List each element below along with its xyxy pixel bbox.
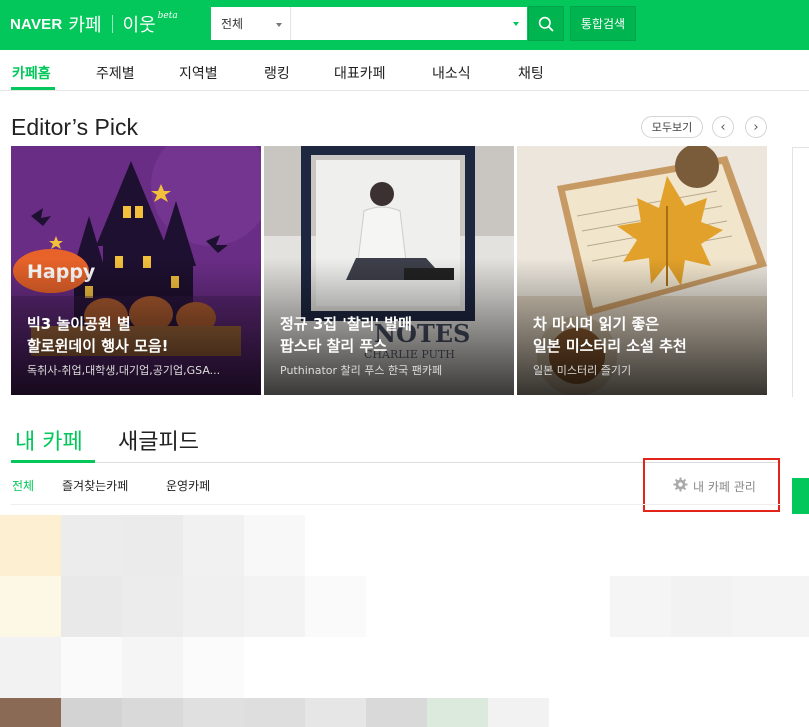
subtab-managed[interactable]: 운영카페 [166, 477, 210, 494]
search-box: 전체 [210, 6, 528, 41]
side-panel-edge [792, 147, 809, 397]
card-title: 차 마시며 읽기 좋은 일본 미스터리 소설 추천 [533, 315, 687, 355]
top-bar: NAVER 카페 이웃 beta 전체 통합검색 [0, 0, 809, 50]
tab-new-feed[interactable]: 새글피드 [118, 424, 199, 456]
search-input[interactable] [291, 7, 527, 40]
view-all-button[interactable]: 모두보기 [641, 116, 703, 138]
unified-search-button[interactable]: 통합검색 [570, 6, 636, 41]
manage-label: 내 카페 관리 [693, 480, 756, 494]
chevron-down-icon [276, 23, 282, 27]
nav-item-featured-cafes[interactable]: 대표카페 [334, 63, 386, 83]
subtab-all[interactable]: 전체 [12, 477, 34, 494]
divider [11, 504, 781, 505]
main-nav: 카페홈 주제별 지역별 랭킹 대표카페 내소식 채팅 [0, 50, 809, 91]
nav-item-ranking[interactable]: 랭킹 [264, 63, 290, 83]
card-cafe-name: 독취사-취업,대학생,대기업,공기업,GSA... [27, 364, 221, 377]
gear-icon [673, 477, 688, 492]
editors-pick-card-3[interactable]: 차 마시며 읽기 좋은 일본 미스터리 소설 추천 일본 미스터리 즐기기 [517, 146, 767, 395]
active-tab-indicator [11, 460, 95, 463]
card-title: 정규 3집 '찰리' 발매 팝스타 찰리 푸스 [280, 315, 412, 355]
subtab-favorites[interactable]: 즐겨찾는카페 [62, 477, 128, 494]
logo-divider [111, 15, 113, 33]
beta-badge: beta [157, 11, 178, 21]
blurred-cafe-list [0, 515, 809, 727]
nav-item-my-news[interactable]: 내소식 [432, 63, 471, 83]
iut-logo-text[interactable]: 이웃 [123, 11, 156, 37]
nav-active-indicator [11, 87, 55, 90]
side-green-tab[interactable] [792, 478, 809, 514]
tab-my-cafe[interactable]: 내 카페 [15, 424, 83, 456]
card-shade [517, 146, 767, 395]
naver-cafe-logo[interactable]: NAVER 카페 이웃 beta [10, 11, 178, 37]
naver-logo-text: NAVER [10, 15, 63, 33]
search-icon [538, 16, 554, 31]
nav-item-regions[interactable]: 지역별 [179, 63, 218, 83]
card-shade [264, 146, 514, 395]
card-cafe-name: Puthinator 찰리 푸스 한국 팬카페 [280, 364, 443, 377]
chevron-left-icon[interactable]: ‹ [712, 116, 734, 138]
chevron-right-icon[interactable]: › [745, 116, 767, 138]
card-shade [11, 146, 261, 395]
nav-item-cafe-home[interactable]: 카페홈 [12, 63, 51, 83]
card-title: 빅3 놀이공원 별 할로윈데이 행사 모음! [27, 315, 169, 355]
nav-item-topics[interactable]: 주제별 [96, 63, 135, 83]
search-category-label: 전체 [221, 17, 244, 31]
editors-pick-card-2[interactable]: NOTES CHARLIE PUTH 정규 3집 '찰리' 발매 팝스타 찰리 … [264, 146, 514, 395]
nav-item-chat[interactable]: 채팅 [518, 63, 544, 83]
search-button[interactable] [528, 6, 564, 41]
card-cafe-name: 일본 미스터리 즐기기 [533, 364, 632, 377]
dropdown-arrow-icon[interactable] [513, 22, 519, 26]
search-category-select[interactable]: 전체 [211, 7, 291, 40]
cafe-logo-text: 카페 [68, 15, 102, 36]
editors-pick-title: Editor’s Pick [11, 114, 138, 140]
editors-pick-card-1[interactable]: Happy 빅3 놀이공원 별 할로윈데이 행사 모음! 독취사-취업,대학생,… [11, 146, 261, 395]
